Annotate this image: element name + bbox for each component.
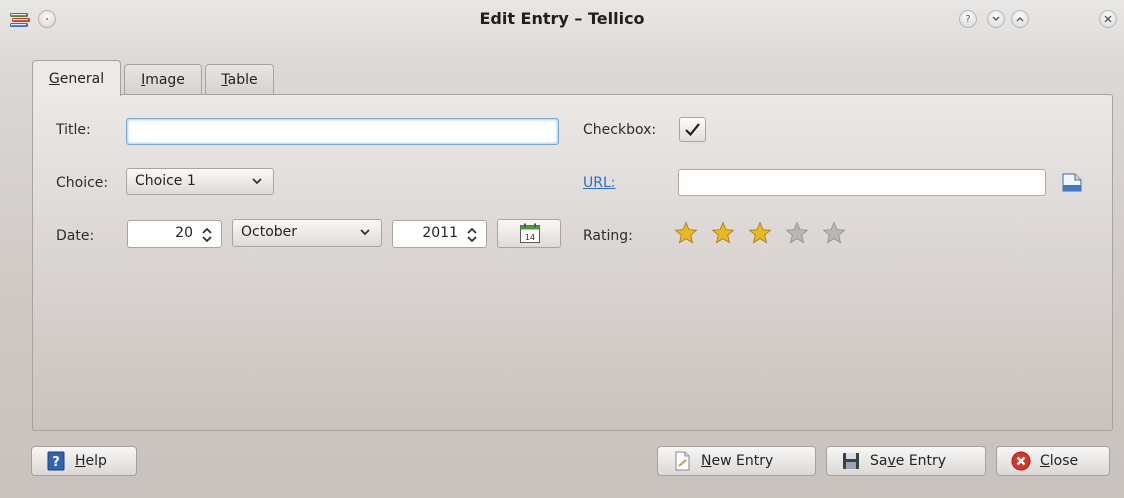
- chevron-down-icon: [360, 229, 370, 236]
- tab-general[interactable]: General: [32, 60, 121, 96]
- new-document-icon: [675, 451, 690, 471]
- checkbox[interactable]: [679, 117, 706, 142]
- date-label: Date:: [56, 228, 95, 244]
- year-spinbox[interactable]: 2011: [392, 220, 487, 248]
- day-value: 20: [175, 225, 193, 241]
- choice-combobox[interactable]: Choice 1: [126, 168, 274, 195]
- choice-value: Choice 1: [135, 173, 196, 189]
- help-book-icon: ?: [47, 451, 65, 471]
- rating-label: Rating:: [583, 228, 633, 244]
- title-input[interactable]: [126, 118, 559, 145]
- new-entry-button[interactable]: New Entry: [657, 446, 816, 476]
- star-filled-icon[interactable]: [674, 221, 698, 245]
- minimize-button[interactable]: [987, 10, 1005, 28]
- close-icon: [1104, 15, 1112, 23]
- chevron-down-icon: [992, 16, 1000, 21]
- spin-arrows-icon[interactable]: [200, 227, 214, 243]
- month-value: October: [241, 224, 298, 240]
- calendar-button[interactable]: 14: [497, 219, 561, 248]
- question-icon: ?: [965, 13, 971, 25]
- open-file-icon[interactable]: [1060, 170, 1086, 194]
- calendar-day: 14: [525, 233, 535, 242]
- title-bar[interactable]: Edit Entry – Tellico ?: [0, 0, 1124, 52]
- close-button[interactable]: Close: [996, 446, 1110, 476]
- year-value: 2011: [422, 225, 458, 241]
- star-empty-icon[interactable]: [822, 221, 846, 245]
- url-input[interactable]: [678, 169, 1046, 196]
- save-disk-icon: [843, 453, 859, 469]
- close-window-button[interactable]: [1099, 10, 1117, 28]
- choice-label: Choice:: [56, 175, 109, 191]
- chevron-down-icon: [252, 178, 262, 185]
- day-spinbox[interactable]: 20: [127, 220, 222, 248]
- tab-image[interactable]: Image: [124, 64, 202, 95]
- help-window-button[interactable]: ?: [959, 10, 977, 28]
- close-circle-icon: [1011, 451, 1031, 471]
- title-label: Title:: [56, 122, 91, 138]
- checkmark-icon: [685, 123, 700, 137]
- month-combobox[interactable]: October: [232, 219, 382, 247]
- maximize-button[interactable]: [1011, 10, 1029, 28]
- window-title: Edit Entry – Tellico: [479, 9, 645, 28]
- calendar-icon: 14: [520, 223, 540, 243]
- help-button[interactable]: ? Help: [31, 446, 137, 476]
- svg-text:?: ?: [52, 455, 60, 470]
- url-link[interactable]: URL:: [583, 175, 616, 191]
- star-filled-icon[interactable]: [748, 221, 772, 245]
- chevron-up-icon: [1016, 17, 1024, 22]
- spin-arrows-icon[interactable]: [465, 227, 479, 243]
- star-empty-icon[interactable]: [785, 221, 809, 245]
- star-filled-icon[interactable]: [711, 221, 735, 245]
- tab-table[interactable]: Table: [205, 64, 274, 95]
- checkbox-label: Checkbox:: [583, 122, 657, 138]
- save-entry-button[interactable]: Sa v e Entry: [826, 446, 986, 476]
